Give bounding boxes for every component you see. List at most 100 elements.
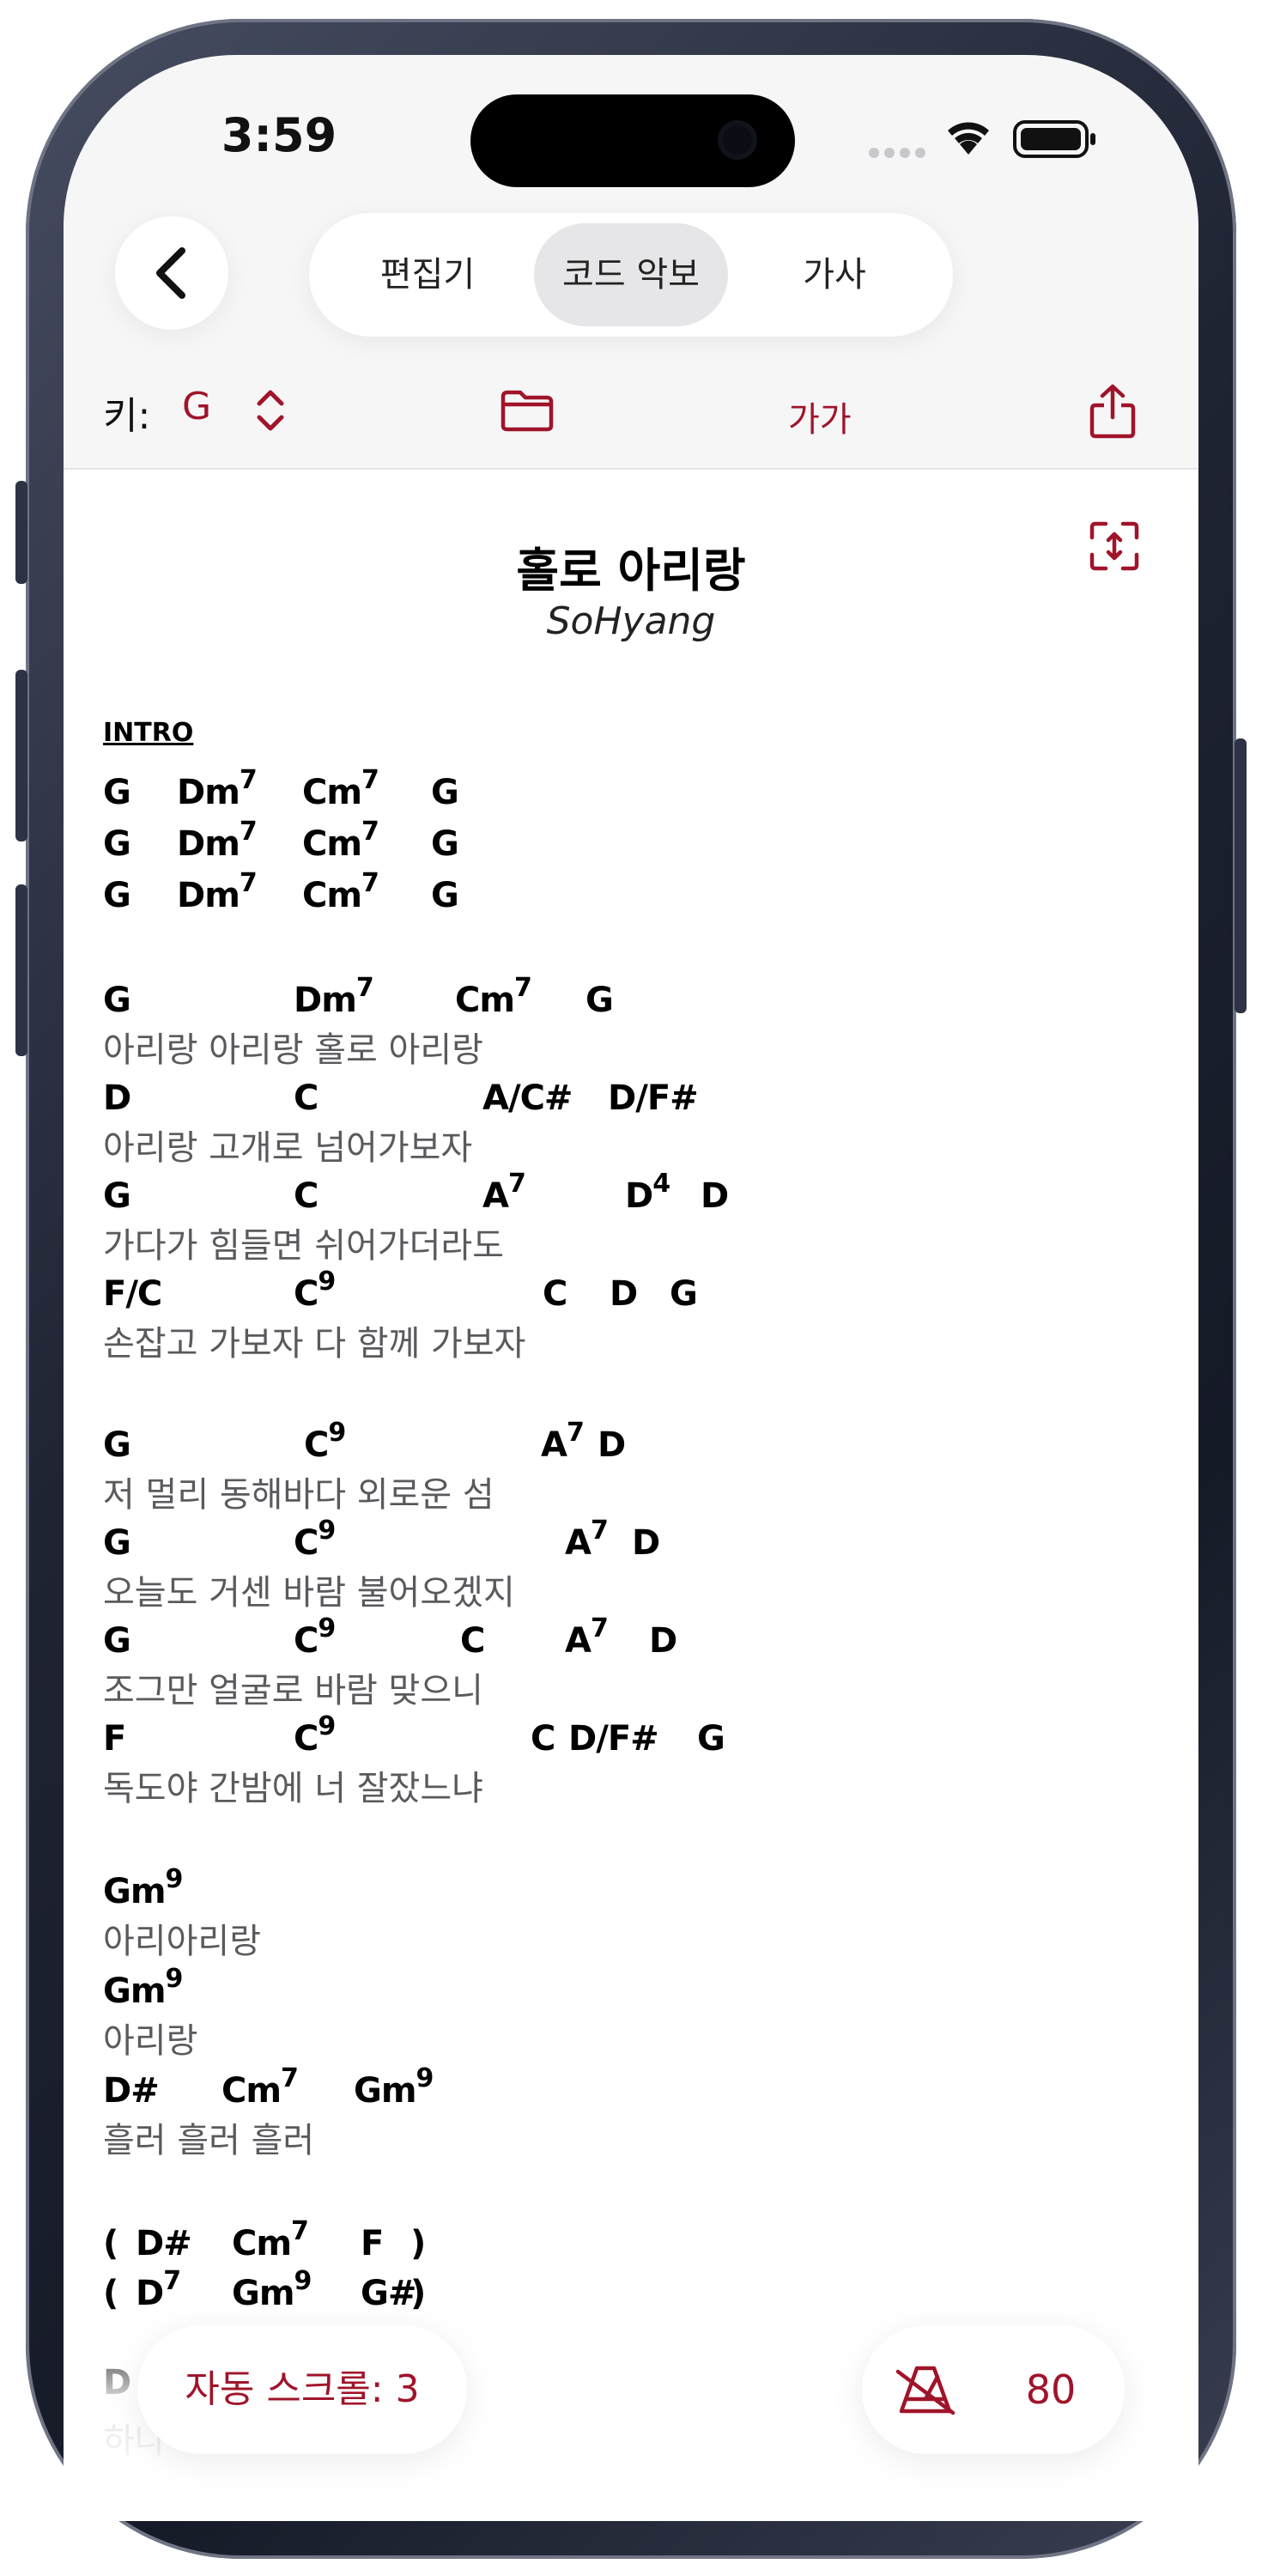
- key-stepper[interactable]: [249, 385, 292, 440]
- lyric-line: 아리랑: [103, 2021, 198, 2061]
- chord: ): [410, 2224, 426, 2263]
- chord-extension: 7: [590, 1613, 609, 1643]
- chord: A7: [565, 1613, 609, 1661]
- chord: F: [103, 1719, 126, 1759]
- chord-extension: 4: [652, 1169, 670, 1199]
- fullscreen-button[interactable]: [1087, 519, 1142, 577]
- battery-icon: [1013, 118, 1099, 163]
- chord-extension: 7: [361, 765, 379, 795]
- chord: C9: [304, 1418, 346, 1465]
- chord-extension: 9: [318, 1516, 336, 1546]
- chord: C: [294, 1078, 319, 1118]
- chord: Gm9: [103, 1964, 183, 2011]
- power-button: [1235, 738, 1247, 1013]
- chord: Dm7: [177, 868, 258, 915]
- chord: D#: [136, 2224, 192, 2263]
- folder-button[interactable]: [500, 388, 555, 436]
- chord: Gm9: [232, 2266, 312, 2313]
- key-label: 키:: [103, 394, 151, 438]
- chord: G: [431, 773, 459, 812]
- chord-extension: 7: [355, 973, 374, 1003]
- chord-extension: 9: [416, 2063, 434, 2093]
- chord-extension: 7: [361, 817, 379, 847]
- chord: Gm9: [354, 2063, 434, 2111]
- chord: A7: [565, 1516, 609, 1563]
- metronome-off-icon: [895, 2366, 956, 2415]
- volume-up-button: [15, 670, 27, 841]
- chord-extension: 9: [318, 1613, 336, 1643]
- action-button: [15, 481, 27, 584]
- chord: D4: [625, 1169, 670, 1216]
- tab-chord-sheet[interactable]: 코드 악보: [534, 223, 728, 326]
- chord-extension: 7: [361, 868, 379, 898]
- status-time: 3:59: [221, 108, 337, 162]
- chord: G#: [361, 2274, 416, 2313]
- chord: Gm9: [103, 1864, 183, 1911]
- wifi-icon: [943, 115, 994, 161]
- chord-extension: 9: [165, 1964, 184, 1994]
- chord: A7: [482, 1169, 526, 1216]
- camera-icon: [718, 120, 757, 160]
- chord: Cm7: [221, 2063, 299, 2111]
- chord: F/C: [103, 1274, 162, 1314]
- font-size-button[interactable]: 가가: [788, 392, 852, 441]
- lyric-line: 오늘도 거센 바람 불어오겠지: [103, 1573, 515, 1613]
- lyric-line: 흘러 흘러 흘러: [103, 2121, 315, 2160]
- chord: D/F#: [608, 1078, 699, 1118]
- chord-extension: 7: [514, 973, 532, 1003]
- song-artist: SoHyang: [546, 599, 716, 643]
- chord-extension: 7: [281, 2063, 299, 2093]
- chord-extension: 7: [239, 765, 258, 795]
- tab-editor[interactable]: 편집기: [333, 223, 522, 326]
- chord: A7: [541, 1418, 585, 1465]
- chord: Cm7: [302, 817, 379, 864]
- chord: G: [103, 876, 131, 915]
- section-label-intro: INTRO: [103, 718, 194, 748]
- chord: Cm7: [232, 2216, 309, 2263]
- chord: C9: [294, 1711, 336, 1759]
- tab-lyrics[interactable]: 가사: [740, 223, 929, 326]
- chord: C9: [294, 1516, 336, 1563]
- chord: C9: [294, 1613, 336, 1661]
- chord-extension: 9: [165, 1864, 184, 1894]
- lyric-line: 아리랑 아리랑 홀로 아리랑: [103, 1030, 483, 1070]
- chord: D#: [103, 2071, 160, 2111]
- chord-extension: 7: [239, 817, 258, 847]
- share-icon: [1089, 384, 1136, 439]
- chord: D: [610, 1274, 638, 1314]
- chord-extension: 7: [291, 2216, 309, 2246]
- chord: Dm7: [177, 817, 258, 864]
- chord: G: [103, 1621, 131, 1661]
- chord: C9: [294, 1267, 336, 1314]
- chord-extension: 9: [318, 1711, 336, 1741]
- chord: G: [103, 981, 131, 1020]
- folder-icon: [501, 390, 554, 432]
- chord: Cm7: [302, 868, 379, 915]
- lyric-line: 저 멀리 동해바다 외로운 섬: [103, 1475, 494, 1515]
- chord: G: [103, 773, 131, 812]
- chord: G: [103, 1523, 131, 1563]
- view-mode-segmented-control[interactable]: 편집기 코드 악보 가사: [309, 213, 953, 337]
- chord: C: [531, 1719, 555, 1759]
- chord: Cm7: [455, 973, 532, 1020]
- chord-extension: 9: [328, 1418, 346, 1448]
- share-button[interactable]: [1087, 381, 1138, 445]
- chord: D/F#: [568, 1719, 659, 1759]
- chord-extension: 7: [590, 1516, 609, 1546]
- metronome-control[interactable]: 80: [862, 2325, 1125, 2454]
- chord: G: [103, 824, 131, 864]
- chord: D: [632, 1523, 660, 1563]
- chord-extension: 9: [318, 1267, 336, 1297]
- back-button[interactable]: [115, 216, 228, 330]
- chord-extension: 7: [239, 868, 258, 898]
- autoscroll-button[interactable]: 자동 스크롤: 3: [137, 2325, 467, 2454]
- chord-extension: 7: [163, 2266, 181, 2296]
- key-value[interactable]: G: [182, 385, 211, 428]
- chord: C: [543, 1274, 567, 1314]
- cellular-signal-icon: [867, 144, 927, 165]
- chord: G: [670, 1274, 698, 1314]
- volume-down-button: [15, 884, 27, 1056]
- chord: G: [697, 1719, 725, 1759]
- chord-extension: 7: [566, 1418, 585, 1448]
- chord: G: [431, 876, 459, 915]
